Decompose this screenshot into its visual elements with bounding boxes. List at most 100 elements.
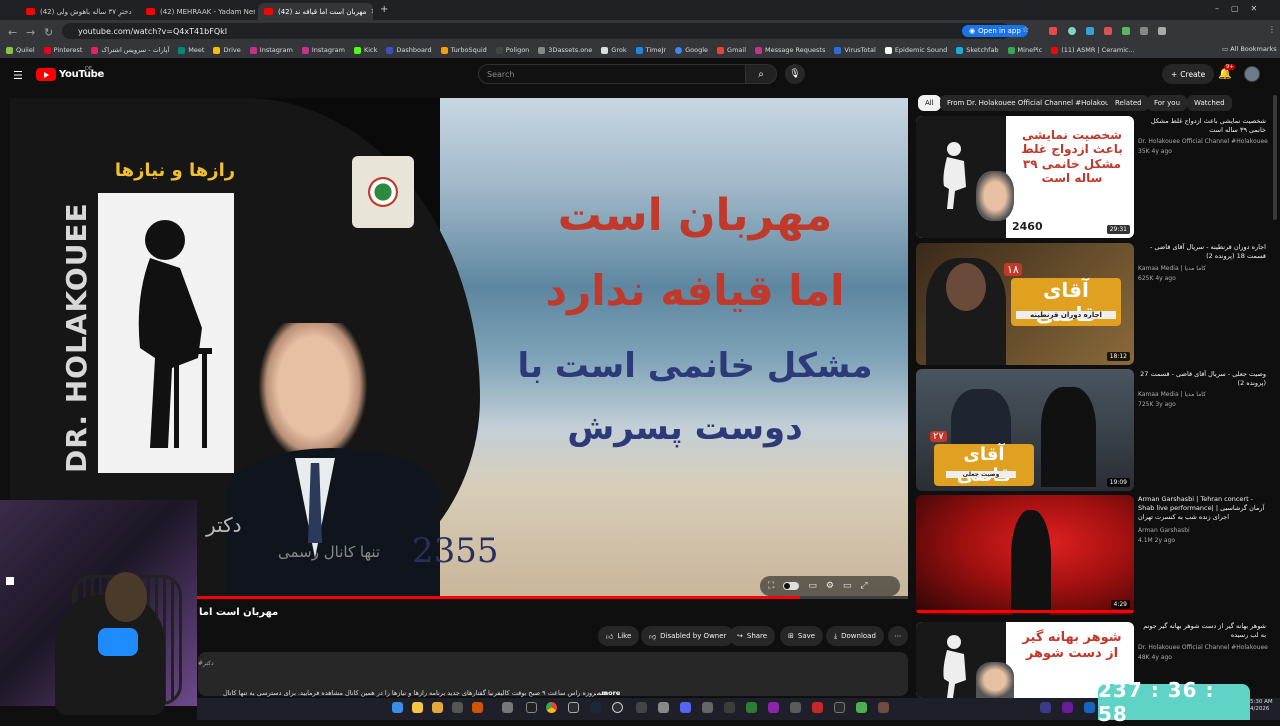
bookmark-item[interactable]: Instagram [301, 46, 345, 54]
bookmark-item[interactable]: Gmail [717, 46, 746, 54]
back-icon[interactable]: ← [8, 26, 17, 39]
open-in-app-button[interactable]: ◉ Open in app [962, 25, 1028, 37]
rec-channel[interactable]: Arman Garshasbi [1138, 527, 1190, 534]
rec-thumbnail[interactable]: شخصیت نمایشی باعث ازدواج غلط مشکل خانمی … [916, 116, 1134, 238]
rec-channel[interactable]: Dr. Holakouee Official Channel #Holakoue… [1138, 644, 1268, 651]
file-explorer-icon[interactable] [412, 702, 423, 713]
hamburger-menu-icon[interactable]: ☰ [13, 69, 23, 82]
app-icon[interactable] [658, 702, 669, 713]
youtube-logo-text[interactable]: YouTube [59, 69, 104, 80]
download-button[interactable]: ⤓ Download [826, 626, 884, 646]
bookmark-item[interactable]: Dashboard [386, 46, 432, 54]
rec-thumbnail[interactable]: آقای قاضی ۲۷ وصیت جعلی 19:09 [916, 369, 1134, 491]
app-icon[interactable] [1062, 702, 1073, 713]
star-icon[interactable]: ☆ [1022, 25, 1030, 34]
menu-icon[interactable]: ⋮ [1268, 25, 1276, 34]
bookmark-item[interactable]: Google [675, 46, 708, 54]
app-icon[interactable] [526, 702, 537, 713]
dislike-button[interactable]: 👎︎ Disabled by Owner [641, 626, 735, 646]
rec-title[interactable]: شوهر بهانه گیر از دست شوهر بهانه گیر جون… [1138, 622, 1266, 640]
tab-3-active[interactable]: (42) مهربان است اما قیافه ند✕ [258, 3, 373, 20]
bookmark-item[interactable]: 3Dassets.one [538, 46, 592, 54]
chrome-icon[interactable] [546, 702, 557, 713]
more-actions-button[interactable]: ⋯ [888, 626, 908, 646]
create-button[interactable]: + Create [1162, 64, 1215, 84]
bookmark-item[interactable]: Poligon [495, 46, 529, 54]
account-avatar[interactable] [1244, 66, 1260, 82]
forward-icon[interactable]: → [26, 26, 35, 39]
rec-title[interactable]: شخصیت نمایشی باعث ازدواج غلط مشکل خانمی … [1138, 117, 1266, 135]
bookmark-item[interactable]: MinePic [1007, 46, 1042, 54]
start-windows-icon[interactable] [392, 702, 403, 713]
rec-title[interactable]: Arman Garshasbi | Tehran concert - Shab … [1138, 495, 1266, 521]
chip-for-you[interactable]: For you [1147, 95, 1188, 111]
rider-icon[interactable] [768, 702, 779, 713]
close-tab-icon[interactable]: ✕ [366, 7, 373, 16]
new-tab-button[interactable]: + [380, 4, 388, 15]
bookmark-item[interactable]: Sketchfab [956, 46, 999, 54]
app-icon[interactable] [702, 702, 713, 713]
tab-1[interactable]: (42) دخترِ ۳۷ ساله باهوش ولی✕ [20, 3, 135, 20]
chip-all[interactable]: All [918, 95, 941, 111]
system-clock[interactable]: 5:30 AM 4/2026 [1250, 699, 1273, 713]
rec-channel[interactable]: Dr. Holakouee Official Channel #Holakoue… [1138, 138, 1268, 145]
page-scrollbar[interactable] [1273, 95, 1277, 220]
chip-from-channel[interactable]: From Dr. Holakouee Official Channel #Hol… [940, 95, 1126, 111]
settings-gear-icon[interactable] [502, 702, 513, 713]
bookmark-item[interactable]: Quiiel [6, 46, 35, 54]
app-icon[interactable] [636, 702, 647, 713]
app-icon[interactable] [746, 702, 757, 713]
bookmark-item[interactable]: Epidemic Sound [884, 46, 947, 54]
close-tab-icon[interactable]: ✕ [132, 7, 135, 16]
bookmark-item[interactable]: VirusTotal [834, 46, 876, 54]
app-icon[interactable] [472, 702, 483, 713]
search-input[interactable]: Search [478, 64, 746, 84]
reload-icon[interactable]: ↻ [44, 26, 53, 39]
extension-icon[interactable] [1140, 27, 1148, 35]
chip-watched[interactable]: Watched [1187, 95, 1232, 111]
theater-mode-icon[interactable]: ▭ [843, 581, 852, 591]
bookmark-item[interactable]: (11) ASMR | Ceramic... [1051, 46, 1135, 54]
discord-icon[interactable] [680, 702, 691, 713]
extension-icon[interactable] [1068, 27, 1076, 35]
extension-icon[interactable] [1104, 27, 1112, 35]
extensions-puzzle-icon[interactable] [1158, 27, 1166, 35]
search-button[interactable]: ⌕ [745, 64, 777, 84]
bookmark-item[interactable]: Meet [178, 46, 204, 54]
chip-related[interactable]: Related [1108, 95, 1149, 111]
description-more-link[interactable]: ...more [594, 689, 620, 697]
folder-icon[interactable] [432, 702, 443, 713]
extension-icon[interactable] [1086, 27, 1094, 35]
bookmark-item[interactable]: Kick [353, 46, 377, 54]
subtitles-icon[interactable]: ▭ [808, 581, 817, 591]
rec-channel[interactable]: Kamaa Media | کاما مدیا [1138, 265, 1206, 272]
app-icon[interactable] [856, 702, 867, 713]
app-icon[interactable] [878, 702, 889, 713]
extension-icon[interactable] [1049, 27, 1057, 35]
bookmark-item[interactable]: آپارات - سرویس اشتراک [91, 46, 169, 54]
bookmark-item[interactable]: TurboSquid [440, 46, 487, 54]
rec-thumbnail[interactable]: آقای قاضی ۱۸ اجاره دوران قرنطینه 18:12 [916, 243, 1134, 365]
window-controls[interactable]: –▢✕ [1215, 4, 1269, 13]
rec-title[interactable]: اجاره دوران قرنطینه - سریال آقای قاضی - … [1138, 243, 1266, 261]
rec-title[interactable]: وصیت جعلی - سریال آقای قاضی - قسمت 27 (پ… [1138, 370, 1266, 388]
bookmark-item[interactable]: Instagram [249, 46, 293, 54]
share-button[interactable]: ↪ Share [729, 626, 776, 646]
save-button[interactable]: ⊞ Save [780, 626, 824, 646]
app-icon[interactable] [812, 702, 823, 713]
bookmark-item[interactable]: Pinterest [43, 46, 82, 54]
rec-channel[interactable]: Kamaa Media | کاما مدیا [1138, 391, 1206, 398]
obs-icon[interactable] [612, 702, 623, 713]
app-icon[interactable] [834, 702, 845, 713]
youtube-logo-icon[interactable] [36, 68, 56, 81]
rec-thumbnail[interactable]: 4:29 [916, 495, 1134, 615]
steam-icon[interactable] [590, 702, 601, 713]
voice-search-button[interactable]: 🎙 [785, 64, 805, 84]
autoplay-toggle[interactable] [783, 582, 800, 590]
miniplayer-icon[interactable]: ⛶ [768, 581, 774, 591]
app-icon[interactable] [1084, 702, 1095, 713]
app-icon[interactable] [790, 702, 801, 713]
app-icon[interactable] [724, 702, 735, 713]
bookmark-item[interactable]: Message Requests [755, 46, 825, 54]
all-bookmarks[interactable]: ▭ All Bookmarks [1222, 45, 1277, 53]
